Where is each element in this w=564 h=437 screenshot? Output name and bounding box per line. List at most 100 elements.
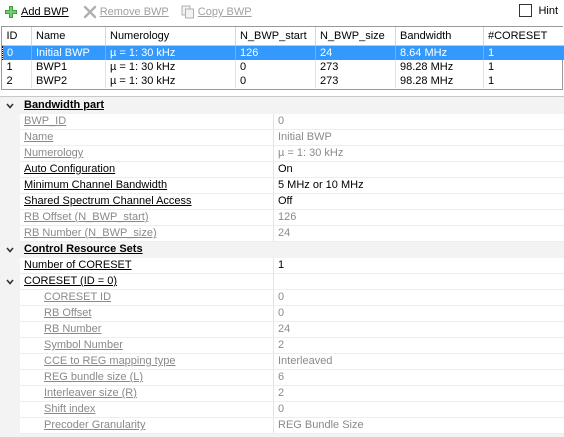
add-bwp-label: Add BWP bbox=[21, 6, 69, 18]
property-name: Interleaver size (R) bbox=[20, 386, 273, 402]
bwp-table: ID Name Numerology N_BWP_start N_BWP_siz… bbox=[1, 26, 564, 90]
cell-coreset: 1 bbox=[483, 59, 564, 74]
cell-coreset: 1 bbox=[483, 73, 564, 88]
property-name: RB Offset bbox=[20, 306, 273, 322]
column-header-n-bwp-start[interactable]: N_BWP_start bbox=[235, 27, 316, 46]
property-row-interleaver-size[interactable]: Interleaver size (R) 2 bbox=[0, 386, 564, 402]
remove-bwp-label: Remove BWP bbox=[99, 6, 169, 18]
collapse-chevron-icon[interactable] bbox=[6, 246, 14, 254]
property-value: Interleaved bbox=[273, 354, 564, 370]
property-row-symbol-number[interactable]: Symbol Number 2 bbox=[0, 338, 564, 354]
column-header-name[interactable]: Name bbox=[31, 27, 106, 46]
column-header-bandwidth[interactable]: Bandwidth bbox=[395, 27, 484, 46]
property-value[interactable]: On bbox=[273, 162, 564, 178]
cell-n-bwp-size: 24 bbox=[315, 45, 396, 60]
hint-toggle[interactable]: Hint bbox=[519, 4, 558, 17]
table-row[interactable]: 2 BWP2 µ = 1: 30 kHz 0 273 98.28 MHz 1 bbox=[2, 73, 564, 88]
property-row-rb-number[interactable]: RB Number (N_BWP_size) 24 bbox=[0, 226, 564, 242]
cell-bandwidth: 98.28 MHz bbox=[395, 59, 484, 74]
cell-coreset: 1 bbox=[483, 45, 564, 60]
property-row-coreset-rb-offset[interactable]: RB Offset 0 bbox=[0, 306, 564, 322]
category-title: Control Resource Sets bbox=[20, 242, 564, 258]
property-value: 24 bbox=[273, 322, 564, 338]
property-row-rb-offset[interactable]: RB Offset (N_BWP_start) 126 bbox=[0, 210, 564, 226]
property-name: Numerology bbox=[20, 146, 273, 162]
property-value: 0 bbox=[273, 290, 564, 306]
property-row-reg-bundle-size[interactable]: REG bundle size (L) 6 bbox=[0, 370, 564, 386]
property-name: Auto Configuration bbox=[20, 162, 273, 178]
cell-bandwidth: 98.28 MHz bbox=[395, 73, 484, 88]
property-row-shared-spectrum[interactable]: Shared Spectrum Channel Access Off bbox=[0, 194, 564, 210]
property-row-auto-configuration[interactable]: Auto Configuration On bbox=[0, 162, 564, 178]
category-bandwidth-part[interactable]: Bandwidth part bbox=[0, 98, 564, 114]
property-row-precoder-granularity[interactable]: Precoder Granularity REG Bundle Size bbox=[0, 418, 564, 434]
property-name: CORESET ID bbox=[20, 290, 273, 306]
table-header: ID Name Numerology N_BWP_start N_BWP_siz… bbox=[2, 27, 564, 46]
property-name: Precoder Granularity bbox=[20, 418, 273, 434]
property-row-min-channel-bandwidth[interactable]: Minimum Channel Bandwidth 5 MHz or 10 MH… bbox=[0, 178, 564, 194]
property-value: Initial BWP bbox=[273, 130, 564, 146]
cell-numerology: µ = 1: 30 kHz bbox=[105, 73, 236, 88]
cell-n-bwp-size: 273 bbox=[315, 73, 396, 88]
property-value: 2 bbox=[273, 386, 564, 402]
property-name: CCE to REG mapping type bbox=[20, 354, 273, 370]
property-value: 126 bbox=[273, 210, 564, 226]
collapse-chevron-icon[interactable] bbox=[6, 278, 14, 286]
property-value: 0 bbox=[273, 114, 564, 130]
column-header-coreset[interactable]: #CORESET bbox=[483, 27, 564, 46]
add-icon bbox=[4, 5, 18, 19]
property-name: RB Offset (N_BWP_start) bbox=[20, 210, 273, 226]
property-value: 0 bbox=[273, 402, 564, 418]
category-title: Bandwidth part bbox=[20, 98, 564, 114]
property-value[interactable]: 1 bbox=[273, 258, 564, 274]
property-row-coreset-0[interactable]: CORESET (ID = 0) bbox=[0, 274, 564, 290]
property-row-cce-reg-mapping[interactable]: CCE to REG mapping type Interleaved bbox=[0, 354, 564, 370]
property-name: RB Number (N_BWP_size) bbox=[20, 226, 273, 242]
property-value[interactable]: Off bbox=[273, 194, 564, 210]
copy-bwp-label: Copy BWP bbox=[197, 6, 252, 18]
property-name: Shared Spectrum Channel Access bbox=[20, 194, 273, 210]
property-name: Shift index bbox=[20, 402, 273, 418]
cell-numerology: µ = 1: 30 kHz bbox=[105, 45, 236, 60]
property-value: REG Bundle Size bbox=[273, 418, 564, 434]
toolbar: Add BWP Remove BWP Copy BWP Hint bbox=[0, 0, 564, 24]
cell-id: 1 bbox=[2, 59, 32, 74]
remove-icon bbox=[83, 5, 97, 19]
collapse-chevron-icon[interactable] bbox=[6, 102, 14, 110]
copy-bwp-button[interactable]: Copy BWP bbox=[177, 2, 256, 22]
property-value: 24 bbox=[273, 226, 564, 242]
table-row[interactable]: 1 BWP1 µ = 1: 30 kHz 0 273 98.28 MHz 1 bbox=[2, 59, 564, 74]
column-header-n-bwp-size[interactable]: N_BWP_size bbox=[315, 27, 396, 46]
add-bwp-button[interactable]: Add BWP bbox=[0, 2, 73, 22]
property-row-bwp-id[interactable]: BWP_ID 0 bbox=[0, 114, 564, 130]
table-row[interactable]: 0 Initial BWP µ = 1: 30 kHz 126 24 8.64 … bbox=[2, 45, 564, 60]
property-row-shift-index[interactable]: Shift index 0 bbox=[0, 402, 564, 418]
property-name: Number of CORESET bbox=[20, 258, 273, 274]
property-value: µ = 1: 30 kHz bbox=[273, 146, 564, 162]
property-value[interactable]: 5 MHz or 10 MHz bbox=[273, 178, 564, 194]
property-row-number-of-coreset[interactable]: Number of CORESET 1 bbox=[0, 258, 564, 274]
property-row-coreset-rb-number[interactable]: RB Number 24 bbox=[0, 322, 564, 338]
column-header-id[interactable]: ID bbox=[2, 27, 32, 46]
cell-bandwidth: 8.64 MHz bbox=[395, 45, 484, 60]
property-name: RB Number bbox=[20, 322, 273, 338]
hint-label: Hint bbox=[538, 4, 558, 17]
cell-n-bwp-start: 0 bbox=[235, 59, 316, 74]
property-row-name[interactable]: Name Initial BWP bbox=[0, 130, 564, 146]
property-name: CORESET (ID = 0) bbox=[20, 274, 273, 290]
hint-checkbox[interactable] bbox=[519, 4, 533, 17]
property-row-coreset-id[interactable]: CORESET ID 0 bbox=[0, 290, 564, 306]
property-name: BWP_ID bbox=[20, 114, 273, 130]
copy-icon bbox=[181, 5, 195, 19]
property-value: 2 bbox=[273, 338, 564, 354]
property-value: 6 bbox=[273, 370, 564, 386]
cell-n-bwp-size: 273 bbox=[315, 59, 396, 74]
column-header-numerology[interactable]: Numerology bbox=[105, 27, 236, 46]
property-row-numerology[interactable]: Numerology µ = 1: 30 kHz bbox=[0, 146, 564, 162]
property-grid: Bandwidth part BWP_ID 0 Name Initial BWP… bbox=[0, 96, 564, 437]
remove-bwp-button[interactable]: Remove BWP bbox=[79, 2, 173, 22]
cell-name: BWP1 bbox=[31, 59, 106, 74]
property-name: Symbol Number bbox=[20, 338, 273, 354]
category-control-resource-sets[interactable]: Control Resource Sets bbox=[0, 242, 564, 258]
property-name: Minimum Channel Bandwidth bbox=[20, 178, 273, 194]
